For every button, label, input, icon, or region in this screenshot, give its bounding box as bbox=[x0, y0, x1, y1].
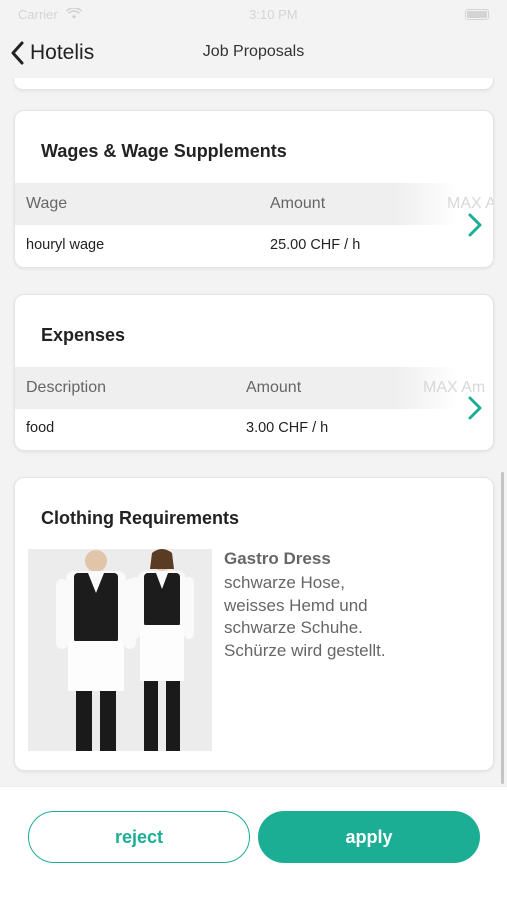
expenses-col-amount: Amount bbox=[246, 379, 302, 396]
wifi-icon bbox=[65, 8, 82, 19]
status-time: 3:10 PM bbox=[249, 6, 298, 22]
action-footer: reject apply bbox=[0, 786, 507, 900]
dress-description: schwarze Hose, weisses Hemd und schwarze… bbox=[224, 573, 386, 660]
wages-table-header: Wage Amount MAX A bbox=[15, 183, 493, 225]
expenses-row-amount: 3.00 CHF / h bbox=[246, 420, 329, 436]
clothing-card: Clothing Requirements Gastro Dress schwa… bbox=[14, 477, 494, 771]
clothing-title: Clothing Requirements bbox=[41, 508, 240, 528]
status-bar: Carrier 3:10 PM bbox=[0, 0, 507, 28]
previous-card-edge bbox=[13, 78, 494, 90]
expenses-card: Expenses Description Amount MAX Am food … bbox=[14, 294, 494, 451]
nav-bar: Hotelis Job Proposals bbox=[0, 28, 507, 78]
expenses-row-label: food bbox=[26, 420, 55, 436]
apply-button[interactable]: apply bbox=[258, 811, 480, 863]
clothing-image bbox=[28, 549, 212, 751]
clothing-illustration bbox=[28, 549, 212, 751]
back-chevron-icon bbox=[11, 41, 24, 65]
chevron-right-icon[interactable] bbox=[465, 212, 485, 238]
carrier-label: Carrier bbox=[18, 6, 58, 22]
scrollbar[interactable] bbox=[501, 472, 504, 784]
wages-row-label: houryl wage bbox=[26, 237, 105, 253]
back-label: Hotelis bbox=[30, 41, 95, 64]
wages-title: Wages & Wage Supplements bbox=[41, 141, 287, 161]
expenses-title: Expenses bbox=[41, 325, 126, 345]
expenses-col-description: Description bbox=[26, 379, 107, 396]
wages-card: Wages & Wage Supplements Wage Amount MAX… bbox=[14, 110, 494, 268]
back-button[interactable]: Hotelis bbox=[10, 37, 94, 69]
chevron-right-icon[interactable] bbox=[465, 395, 485, 421]
expenses-table-header: Description Amount MAX Am bbox=[15, 367, 485, 409]
wages-row-amount: 25.00 CHF / h bbox=[270, 237, 361, 253]
wages-col-amount: Amount bbox=[270, 195, 326, 212]
reject-button[interactable]: reject bbox=[28, 811, 250, 863]
wages-col-max: MAX A bbox=[447, 195, 494, 212]
wages-col-wage: Wage bbox=[26, 195, 68, 212]
dress-name: Gastro Dress bbox=[224, 549, 331, 568]
status-left: Carrier bbox=[18, 7, 82, 22]
battery-icon bbox=[465, 8, 489, 20]
